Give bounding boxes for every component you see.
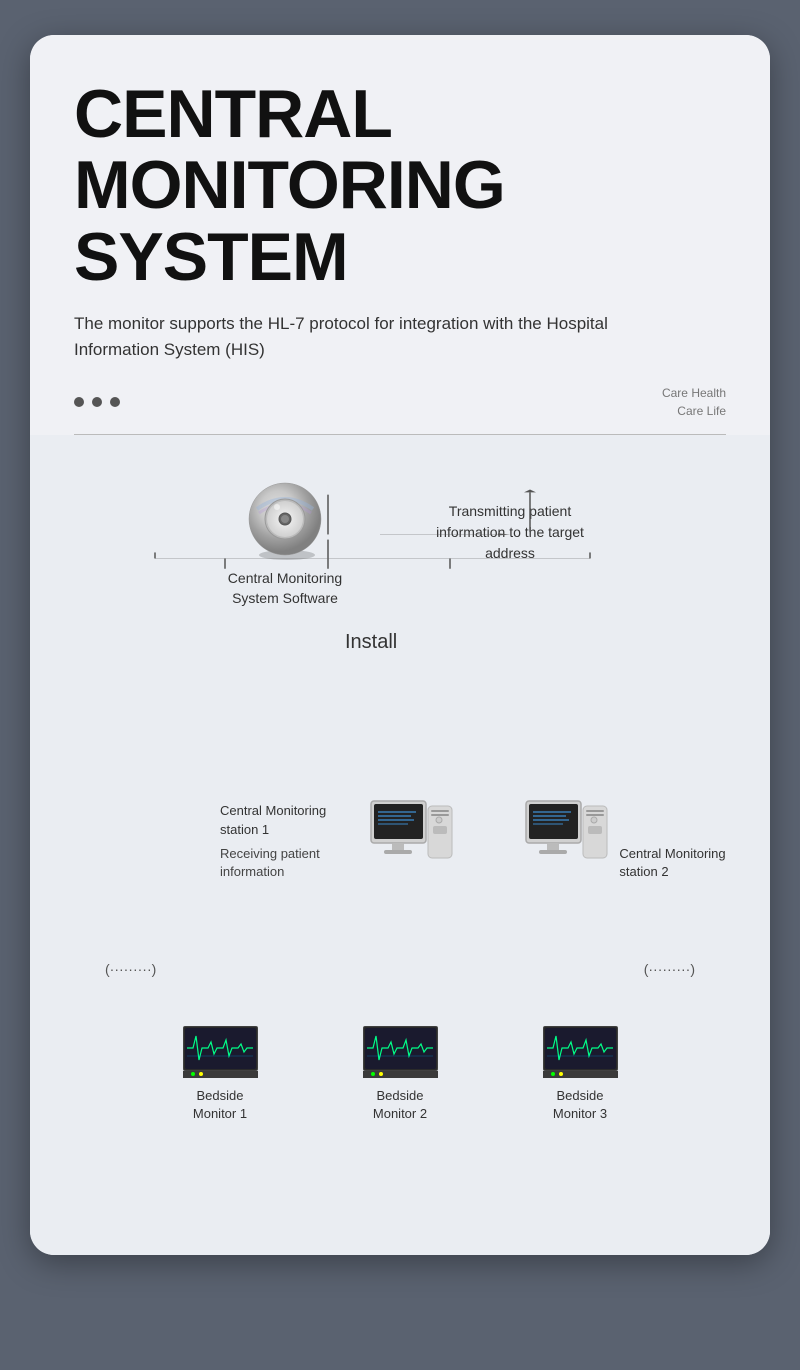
bedside-monitor-3: BedsideMonitor 3 [525,1026,635,1123]
header-section: CENTRAL MONITORING SYSTEM The monitor su… [30,35,770,434]
computer-icon-2 [521,796,611,876]
diagram-container: Central Monitoring System Software Trans… [50,471,750,608]
transmit-block: Transmitting patient information to the … [425,481,595,564]
station1-info: Central Monitoring station 1 Receiving p… [220,802,358,881]
branding: Care Health Care Life [662,384,726,420]
dotted-left: (·········) [105,961,156,977]
computer-station1 [366,796,456,881]
branding-line1: Care Health [662,384,726,402]
dotted-labels-row: (·········) (·········) [50,961,750,977]
cd-block: Central Monitoring System Software [205,481,365,608]
transmit-label: Transmitting patient information to the … [425,501,595,564]
dotted-right: (·········) [644,961,695,977]
main-card: CENTRAL MONITORING SYSTEM The monitor su… [30,35,770,1255]
dots-row: Care Health Care Life [74,384,726,434]
cd-label: Central Monitoring System Software [205,569,365,608]
station1-label: Central Monitoring station 1 [220,802,358,838]
title-line2: MONITORING SYSTEM [74,147,505,294]
branding-line2: Care Life [662,402,726,420]
station2-label: Central Monitoring station 2 [619,845,750,881]
computer-icon-1 [366,796,456,876]
monitors-row: BedsideMonitor 1 BedsideMonitor 2 [50,1026,750,1123]
bedside-monitor-icon-1 [183,1026,258,1081]
dot-2 [92,397,102,407]
top-row: Central Monitoring System Software Trans… [50,471,750,608]
cd-icon [245,481,325,561]
install-label: Install [345,631,397,654]
dots-group [74,397,120,407]
bedside-monitor-2: BedsideMonitor 2 [345,1026,455,1123]
monitor1-label: BedsideMonitor 1 [193,1087,247,1123]
diagram-section: Central Monitoring System Software Trans… [30,435,770,1255]
bedside-monitor-icon-3 [543,1026,618,1081]
station-row: Central Monitoring station 1 Receiving p… [220,796,750,881]
station1-sublabel: Receiving patient information [220,845,358,881]
monitor3-label: BedsideMonitor 3 [553,1087,607,1123]
dot-1 [74,397,84,407]
monitor2-label: BedsideMonitor 2 [373,1087,427,1123]
computer-station2 [521,796,611,881]
subtitle-text: The monitor supports the HL-7 protocol f… [74,311,634,362]
dot-3 [110,397,120,407]
title-line1: CENTRAL [74,76,392,152]
main-title: CENTRAL MONITORING SYSTEM [74,79,726,293]
bedside-monitor-1: BedsideMonitor 1 [165,1026,275,1123]
bedside-monitor-icon-2 [363,1026,438,1081]
